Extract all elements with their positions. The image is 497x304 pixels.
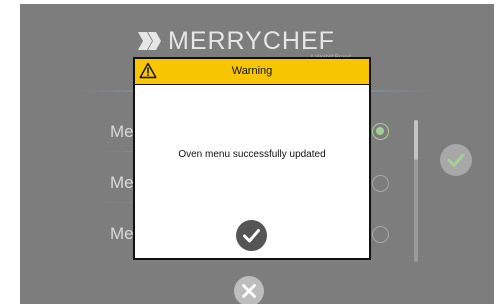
menu-item-label: Me bbox=[110, 122, 134, 141]
menu-radio[interactable] bbox=[372, 175, 389, 192]
scrollbar[interactable] bbox=[414, 120, 418, 262]
warning-dialog: Warning Oven menu successfully updated bbox=[133, 57, 371, 260]
dialog-message: Oven menu successfully updated bbox=[178, 149, 326, 160]
dialog-header: Warning bbox=[135, 59, 369, 85]
brand-name: MERRYCHEF bbox=[168, 26, 335, 55]
checkmark-icon bbox=[243, 229, 260, 243]
menu-item-label: Me bbox=[110, 173, 134, 192]
brand-logo: MERRYCHEF bbox=[136, 26, 335, 56]
cancel-button[interactable] bbox=[234, 276, 264, 304]
close-icon bbox=[242, 284, 256, 298]
dialog-title: Warning bbox=[231, 65, 273, 77]
confirm-button[interactable] bbox=[440, 144, 472, 176]
menu-item-label: Me bbox=[110, 224, 134, 243]
ok-button[interactable] bbox=[236, 220, 267, 251]
scrollbar-thumb[interactable] bbox=[414, 120, 418, 160]
merrychef-logo-mark-icon bbox=[138, 32, 161, 50]
checkmark-icon bbox=[447, 153, 465, 167]
menu-radio-selected[interactable] bbox=[372, 123, 389, 140]
menu-radio[interactable] bbox=[372, 226, 389, 243]
